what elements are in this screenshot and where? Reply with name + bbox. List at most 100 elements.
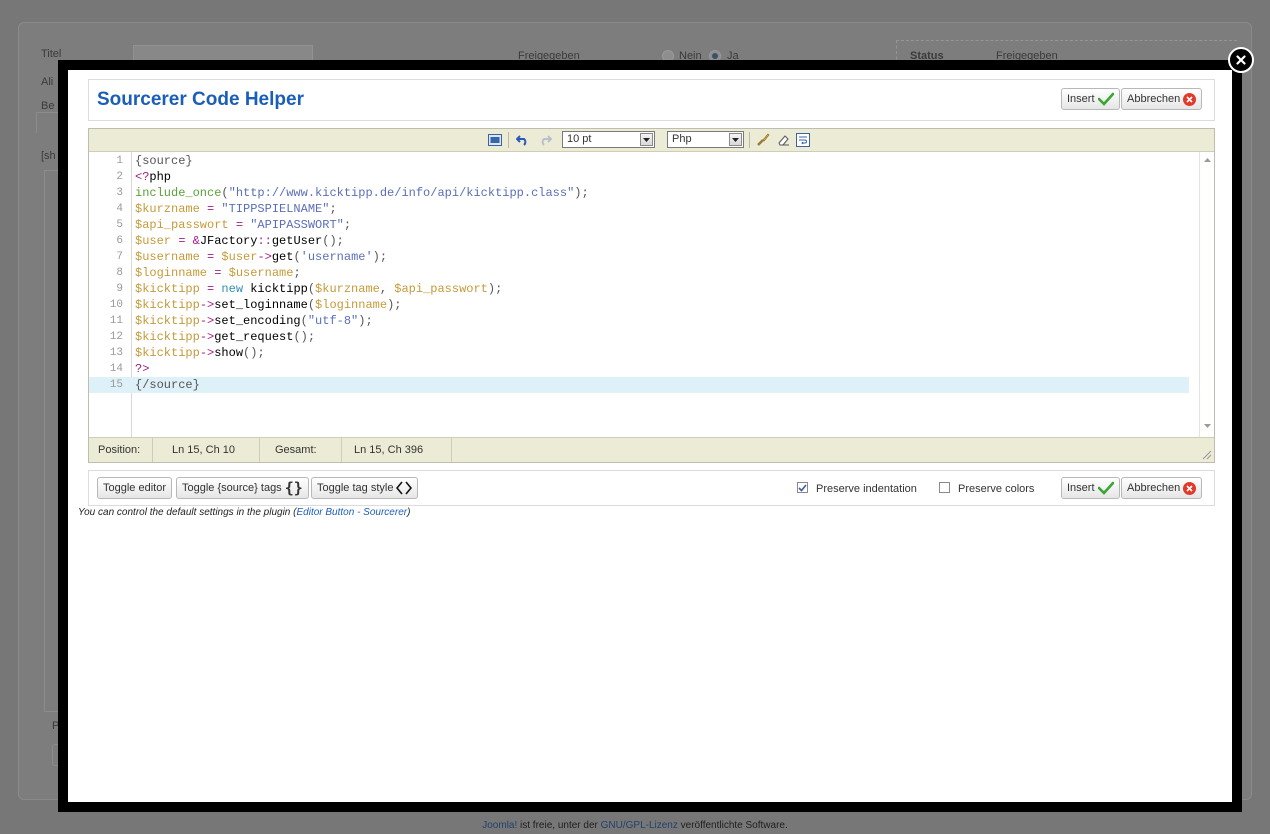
code-text: $loginname = $username;: [135, 266, 301, 280]
chevron-down-icon: [640, 133, 653, 146]
editor-toolbar: 10 pt Php: [89, 129, 1214, 152]
code-text: include_once("http://www.kicktipp.de/inf…: [135, 186, 589, 200]
scroll-up-icon[interactable]: [1204, 158, 1211, 162]
line-number: 10: [109, 299, 123, 311]
bg-section-label: [sh: [41, 150, 56, 162]
code-line[interactable]: 2 <?php: [89, 169, 1189, 185]
code-text: $kicktipp->set_loginname($loginname);: [135, 298, 402, 312]
line-number: 9: [116, 283, 123, 295]
code-text: $kicktipp->get_request();: [135, 330, 316, 344]
preserve-indentation-checkbox[interactable]: [797, 482, 808, 493]
sourcerer-modal: Sourcerer Code Helper Insert Abbrechen 1…: [58, 60, 1242, 812]
status-position-label: Position:: [89, 438, 153, 462]
code-line[interactable]: 6 $user = &JFactory::getUser();: [89, 233, 1189, 249]
insert-button-bottom[interactable]: Insert: [1061, 477, 1120, 499]
preserve-colors-label[interactable]: Preserve colors: [958, 483, 1034, 495]
close-modal-button[interactable]: [1228, 47, 1254, 73]
modal-content: Sourcerer Code Helper Insert Abbrechen 1…: [68, 70, 1232, 802]
chevron-down-icon: [729, 133, 742, 146]
undo-icon[interactable]: [515, 132, 531, 148]
resize-grip-icon[interactable]: [1202, 450, 1212, 460]
page-footer: Joomla! ist freie, unter der GNU/GPL-Liz…: [0, 820, 1270, 831]
status-total-label: Gesamt:: [260, 438, 342, 462]
code-area[interactable]: 1 {source} 2 <?php 3 include_once("http://www…: [89, 152, 1214, 437]
code-line[interactable]: 8 $loginname = $username;: [89, 265, 1189, 281]
code-line[interactable]: 12 $kicktipp->get_request();: [89, 329, 1189, 345]
toggle-editor-button[interactable]: Toggle editor: [97, 477, 172, 499]
code-line[interactable]: 15 {/source}: [89, 377, 1189, 393]
modal-header: Sourcerer Code Helper Insert Abbrechen: [88, 79, 1215, 121]
language-value: Php: [672, 133, 692, 145]
code-text: {/source}: [135, 378, 200, 392]
cancel-button-label: Abbrechen: [1127, 482, 1181, 494]
cancel-button-bottom[interactable]: Abbrechen: [1121, 477, 1203, 499]
code-line[interactable]: 14 ?>: [89, 361, 1189, 377]
code-text: $kicktipp = new kicktipp($kurzname, $api…: [135, 282, 503, 296]
settings-note-text: You can control the default settings in …: [78, 507, 297, 518]
code-line[interactable]: 11 $kicktipp->set_encoding("utf-8");: [89, 313, 1189, 329]
cancel-button-top[interactable]: Abbrechen: [1121, 88, 1203, 110]
status-position-value: Ln 15, Ch 10: [153, 438, 260, 462]
vertical-scrollbar[interactable]: [1199, 152, 1214, 437]
eraser-icon[interactable]: [775, 132, 791, 148]
code-line[interactable]: 7 $username = $user->get('username');: [89, 249, 1189, 265]
code-text: $kurzname = "TIPPSPIELNAME";: [135, 202, 337, 216]
plugin-settings-link[interactable]: Editor Button - Sourcerer: [296, 507, 407, 518]
language-select[interactable]: Php: [667, 131, 744, 148]
line-number: 7: [116, 251, 123, 263]
toggle-tag-style-button[interactable]: Toggle tag style: [311, 477, 419, 499]
line-number: 5: [116, 219, 123, 231]
cancel-button-label: Abbrechen: [1127, 93, 1181, 105]
code-line[interactable]: 1 {source}: [89, 153, 1189, 169]
toggle-source-tags-button[interactable]: Toggle {source} tags {}: [176, 477, 309, 499]
code-line[interactable]: 3 include_once("http://www.kicktipp.de/in…: [89, 185, 1189, 201]
code-line[interactable]: 4 $kurzname = "TIPPSPIELNAME";: [89, 201, 1189, 217]
code-text: $api_passwort = "APIPASSWORT";: [135, 218, 352, 232]
toolbar-separator: [508, 132, 509, 148]
preserve-indentation-label[interactable]: Preserve indentation: [816, 483, 917, 495]
close-icon: [1236, 55, 1246, 65]
highlight-brush-icon[interactable]: [755, 132, 771, 148]
preserve-colors-checkbox[interactable]: [939, 482, 950, 493]
font-size-select[interactable]: 10 pt: [562, 131, 655, 148]
settings-note: You can control the default settings in …: [78, 507, 410, 518]
status-total-value-text: Ln 15, Ch 396: [354, 444, 424, 456]
line-number: 2: [116, 171, 123, 183]
footer-joomla-link: Joomla!: [482, 820, 518, 831]
word-wrap-icon[interactable]: [795, 132, 811, 148]
status-position-value-text: Ln 15, Ch 10: [172, 444, 235, 456]
code-text: ?>: [135, 362, 150, 376]
code-text: $username = $user->get('username');: [135, 250, 388, 264]
line-number: 12: [109, 331, 123, 343]
scroll-down-icon[interactable]: [1204, 424, 1211, 428]
footer-license-link: GNU/GPL-Lizenz: [600, 820, 678, 831]
insert-button-label: Insert: [1067, 93, 1095, 105]
toolbar-separator: [749, 132, 750, 148]
code-line[interactable]: 10 $kicktipp->set_loginname($loginname);: [89, 297, 1189, 313]
line-number: 1: [116, 155, 123, 167]
line-number: 11: [109, 315, 123, 327]
fullscreen-icon[interactable]: [487, 132, 503, 148]
status-position-label-text: Position:: [98, 444, 141, 456]
status-total-value: Ln 15, Ch 396: [342, 438, 452, 462]
code-line[interactable]: 5 $api_passwort = "APIPASSWORT";: [89, 217, 1189, 233]
toggle-source-tags-label: Toggle {source} tags: [182, 482, 282, 494]
insert-button-top[interactable]: Insert: [1061, 88, 1120, 110]
editor-status-bar: Position: Ln 15, Ch 10 Gesamt: Ln 15, Ch…: [89, 437, 1214, 462]
angle-brackets-icon: [396, 481, 413, 495]
font-size-value: 10 pt: [567, 133, 592, 145]
line-number: 4: [116, 203, 123, 215]
check-icon: [1097, 481, 1114, 495]
redo-icon[interactable]: [537, 132, 553, 148]
code-line[interactable]: 9 $kicktipp = new kicktipp($kurzname, $ap…: [89, 281, 1189, 297]
code-text: {source}: [135, 154, 193, 168]
line-number: 8: [116, 267, 123, 279]
toggle-editor-label: Toggle editor: [103, 482, 166, 494]
line-number: 13: [109, 347, 123, 359]
cancel-icon: [1183, 481, 1197, 495]
line-number: 3: [116, 187, 123, 199]
toggle-tag-style-label: Toggle tag style: [317, 482, 394, 494]
code-text: $kicktipp->show();: [135, 346, 265, 360]
code-line[interactable]: 13 $kicktipp->show();: [89, 345, 1189, 361]
modal-title: Sourcerer Code Helper: [97, 89, 304, 110]
